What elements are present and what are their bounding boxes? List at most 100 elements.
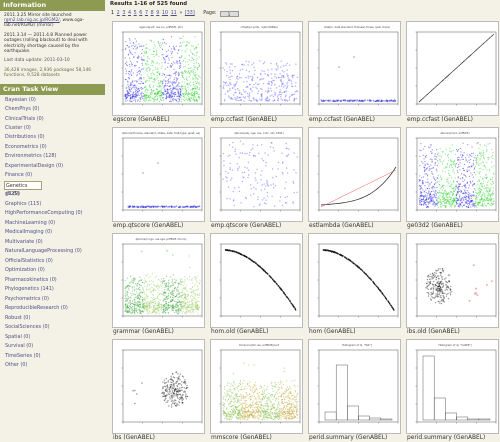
result-thumbnail[interactable]: ibs.old (GenABEL) — [406, 233, 499, 337]
result-thumbnail[interactable]: hom (GenABEL) — [308, 233, 401, 337]
plot-image[interactable]: mmscore(hm,res, pdf56l5)/sort — [210, 339, 303, 434]
plot-image[interactable] — [406, 21, 499, 116]
function-link[interactable]: perid.summary — [407, 435, 452, 441]
task-view-item[interactable]: Other (0) — [4, 361, 105, 370]
task-view-item[interactable]: gR (0) — [4, 190, 105, 199]
task-view-item[interactable]: Robust (0) — [4, 314, 105, 323]
task-view-item[interactable]: Survival (0) — [4, 342, 105, 351]
task-view-item[interactable]: Pharmacokinetics (0) — [4, 276, 105, 285]
package-link[interactable]: (GenABEL) — [324, 329, 356, 335]
result-thumbnail[interactable]: Histogram of dj, "CallPP"] perid.summary … — [406, 339, 499, 442]
task-view-item[interactable]: Phylogenetics (141) — [4, 285, 105, 294]
package-link[interactable]: (GenABEL) — [240, 435, 272, 441]
page-link[interactable]: 6 — [139, 9, 142, 18]
plot-image[interactable] — [112, 339, 205, 434]
package-link[interactable]: (GenABEL) — [441, 117, 473, 123]
result-thumbnail[interactable]: qtscore(h.ngo, res.nge, pdf56l5 chrom) gr… — [112, 233, 205, 337]
task-view-item[interactable]: Environmetrics (128) — [4, 152, 105, 161]
task-view-item[interactable]: Optimization (0) — [4, 266, 105, 275]
function-link[interactable]: egscore — [113, 117, 136, 123]
result-thumbnail[interactable]: qtscore(obj, nge, res, ccdc, stn, 1091) e… — [210, 127, 303, 231]
package-link[interactable]: (GenABEL) — [343, 117, 375, 123]
function-link[interactable]: emp.ccfast — [211, 117, 244, 123]
result-thumbnail[interactable]: qtscore(mod, pdf56l5) ge03d2 (GenABEL) — [406, 127, 499, 231]
task-view-item[interactable]: Distributions (0) — [4, 133, 105, 142]
task-view-item[interactable]: ClinicalTrials (0) — [4, 115, 105, 124]
page-link[interactable]: 7 — [145, 9, 148, 18]
result-thumbnail[interactable]: emp.ccfast (GenABEL) — [406, 21, 499, 125]
page-link[interactable]: 8 — [151, 9, 154, 18]
function-link[interactable]: perid.summary — [309, 435, 354, 441]
function-link[interactable]: hom.old — [211, 329, 235, 335]
page-link[interactable]: 11 — [171, 9, 177, 18]
package-link[interactable]: (GenABEL) — [152, 223, 184, 229]
function-link[interactable]: emp.qtscore — [211, 223, 248, 229]
package-link[interactable]: (GenABEL) — [138, 117, 170, 123]
plot-image[interactable]: qtscore(obj, nge, res, ccdc, stn, 1091) — [210, 127, 303, 222]
task-view-item[interactable]: HighPerformanceComputing (0) — [4, 209, 105, 218]
plot-image[interactable]: egscore(snf, res.ciu, pdf56l5, phi) — [112, 21, 205, 116]
plot-image[interactable] — [210, 233, 303, 328]
package-link[interactable]: (GenABEL) — [428, 329, 460, 335]
result-thumbnail[interactable]: Histogram of dj, "Het"] perid.summary (Ge… — [308, 339, 401, 442]
function-link[interactable]: ge03d2 — [407, 223, 429, 229]
plot-image[interactable]: cfast(x, data standard, thisnew) times, … — [308, 21, 401, 116]
task-view-item[interactable]: SocialSciences (0) — [4, 323, 105, 332]
plot-image[interactable]: ccfast(pc.pcifu, n(ebi 6669e) — [210, 21, 303, 116]
page-link[interactable]: 3 — [122, 9, 125, 18]
task-view-item[interactable]: Spatial (0) — [4, 333, 105, 342]
task-view-item[interactable]: MedicalImaging (0) — [4, 228, 105, 237]
package-link[interactable]: (GenABEL) — [142, 329, 174, 335]
package-link[interactable]: (GenABEL) — [356, 435, 388, 441]
plot-image[interactable]: Histogram of dj, "CallPP"] — [406, 339, 499, 434]
task-view-item[interactable]: MachineLearning (0) — [4, 219, 105, 228]
result-thumbnail[interactable]: estlambda (GenABEL) — [308, 127, 401, 231]
task-view-item[interactable]: Genetics (525) — [4, 180, 42, 197]
task-view-item[interactable]: Cluster (0) — [4, 124, 105, 133]
result-thumbnail[interactable]: egscore(snf, res.ciu, pdf56l5, phi) egsco… — [112, 21, 205, 125]
task-view-item[interactable]: Bayesian (0) — [4, 96, 105, 105]
package-link[interactable]: (GenABEL) — [454, 435, 486, 441]
function-link[interactable]: emp.qtscore — [113, 223, 150, 229]
function-link[interactable]: estlambda — [309, 223, 340, 229]
task-view-item[interactable]: ReproducibleResearch (0) — [4, 304, 105, 313]
plot-image[interactable] — [406, 233, 499, 328]
task-view-item[interactable]: TimeSeries (0) — [4, 352, 105, 361]
page-link[interactable]: 2 — [117, 9, 120, 18]
function-link[interactable]: emp.ccfast — [309, 117, 342, 123]
function-link[interactable]: ibs — [113, 435, 121, 441]
task-view-item[interactable]: Psychometrics (0) — [4, 295, 105, 304]
page-link[interactable]: 5 — [134, 9, 137, 18]
task-view-item[interactable]: Graphics (115) — [4, 200, 105, 209]
page-link[interactable]: 10 — [162, 9, 168, 18]
package-link[interactable]: (GenABEL) — [250, 223, 282, 229]
package-link[interactable]: (GenABEL) — [237, 329, 269, 335]
task-view-item[interactable]: NaturalLanguageProcessing (0) — [4, 247, 105, 256]
plot-image[interactable]: Histogram of dj, "Het"] — [308, 339, 401, 434]
task-view-item[interactable]: ExperimentalDesign (0) — [4, 162, 105, 171]
plot-image[interactable] — [308, 127, 401, 222]
package-link[interactable]: (GenABEL) — [342, 223, 374, 229]
package-link[interactable]: (GenABEL) — [431, 223, 463, 229]
function-link[interactable]: hom — [309, 329, 322, 335]
result-thumbnail[interactable]: qtscore(formula, standard, strata, data,… — [112, 127, 205, 231]
result-thumbnail[interactable]: hom.old (GenABEL) — [210, 233, 303, 337]
function-link[interactable]: emp.ccfast — [407, 117, 440, 123]
plot-image[interactable]: qtscore(h.ngo, res.nge, pdf56l5 chrom) — [112, 233, 205, 328]
plot-image[interactable] — [308, 233, 401, 328]
result-thumbnail[interactable]: mmscore(hm,res, pdf56l5)/sort mmscore (Ge… — [210, 339, 303, 442]
function-link[interactable]: mmscore — [211, 435, 238, 441]
task-view-item[interactable]: Finance (0) — [4, 171, 105, 180]
page-select[interactable]: 1 — [219, 10, 239, 17]
task-view-item[interactable]: ChemPhys (0) — [4, 105, 105, 114]
page-link[interactable]: 9 — [156, 9, 159, 18]
package-link[interactable]: (GenABEL) — [123, 435, 155, 441]
task-view-item[interactable]: Multivariate (0) — [4, 238, 105, 247]
result-thumbnail[interactable]: ccfast(pc.pcifu, n(ebi 6669e) emp.ccfast … — [210, 21, 303, 125]
page-link[interactable]: 1 — [111, 9, 114, 18]
last-page-link[interactable]: [33] — [185, 9, 195, 18]
function-link[interactable]: ibs.old — [407, 329, 426, 335]
task-view-item[interactable]: Econometrics (0) — [4, 143, 105, 152]
plot-image[interactable]: qtscore(formula, standard, strata, data,… — [112, 127, 205, 222]
task-view-item[interactable]: OfficialStatistics (0) — [4, 257, 105, 266]
